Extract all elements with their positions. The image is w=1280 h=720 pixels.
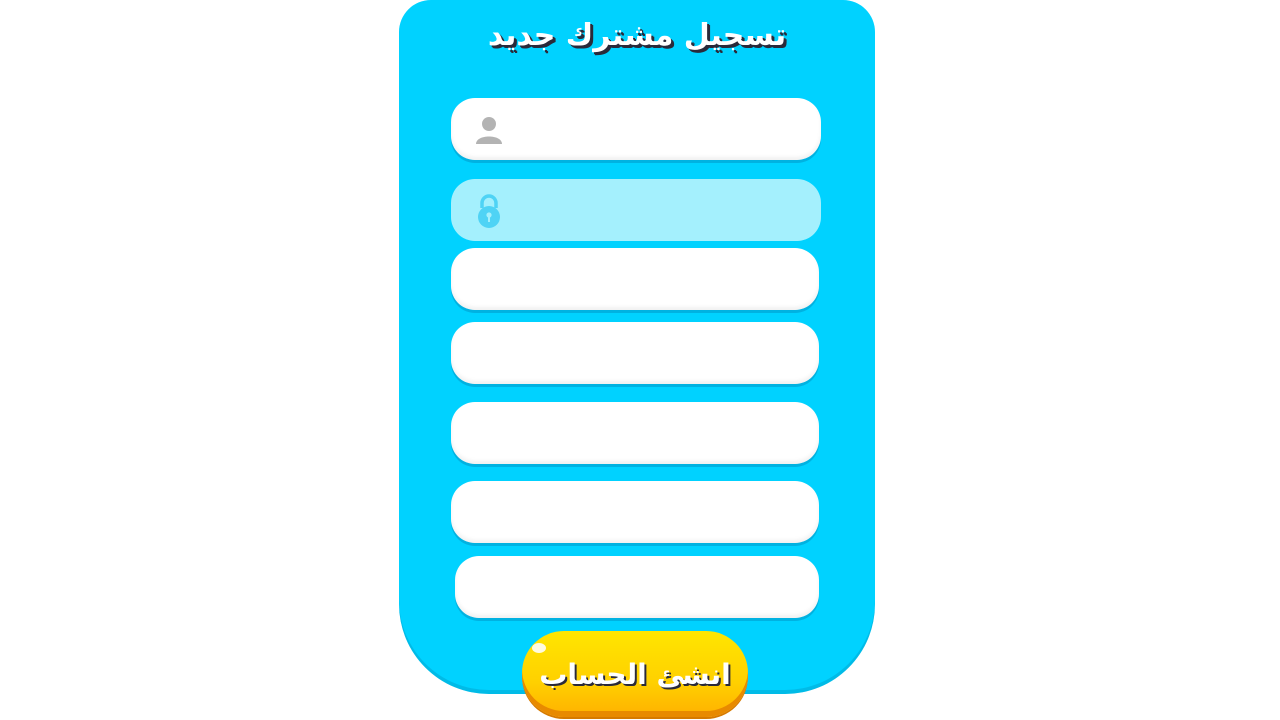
user-icon bbox=[474, 114, 504, 146]
username-field[interactable] bbox=[451, 98, 821, 160]
password-field[interactable] bbox=[451, 179, 821, 241]
form-field-7[interactable] bbox=[455, 556, 819, 618]
button-shine bbox=[532, 643, 546, 653]
page-title: تسجيل مشترك جديد bbox=[487, 18, 787, 53]
form-field-3[interactable] bbox=[451, 248, 819, 310]
lock-icon bbox=[474, 193, 504, 228]
form-field-4[interactable] bbox=[451, 322, 819, 384]
create-account-button[interactable]: انشئ الحساب bbox=[522, 631, 748, 717]
form-field-6[interactable] bbox=[451, 481, 819, 543]
form-field-5[interactable] bbox=[451, 402, 819, 464]
